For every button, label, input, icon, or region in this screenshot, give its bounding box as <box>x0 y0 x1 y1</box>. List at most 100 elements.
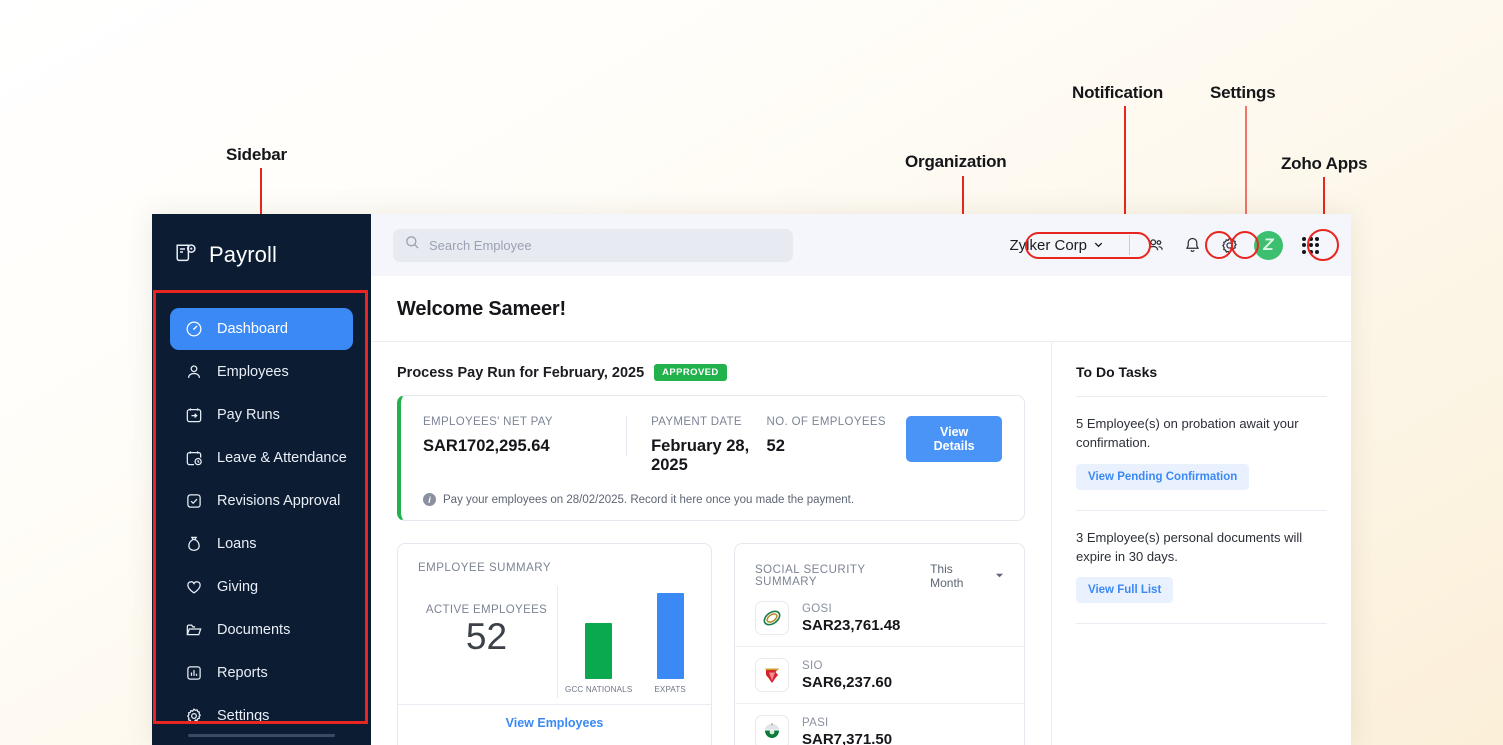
dashboard-page: Welcome Sameer! Process Pay Run for Febr… <box>371 276 1351 745</box>
sidebar-item-leave-attendance[interactable]: Leave & Attendance <box>170 437 353 479</box>
gauge-icon <box>184 320 203 339</box>
divider <box>1076 396 1327 397</box>
sidebar-item-label: Pay Runs <box>217 407 280 423</box>
payrun-note-text: Pay your employees on 28/02/2025. Record… <box>443 494 854 506</box>
view-pending-confirmation-button[interactable]: View Pending Confirmation <box>1076 464 1249 490</box>
view-full-list-button[interactable]: View Full List <box>1076 577 1173 603</box>
payslip-icon <box>174 241 198 270</box>
stat-label: NO. OF EMPLOYEES <box>767 416 907 428</box>
sidebar-item-label: Giving <box>217 579 258 595</box>
social-security-row: PASI SAR7,371.50 <box>735 704 1024 745</box>
active-employees-label: ACTIVE EMPLOYEES <box>426 604 547 616</box>
divider <box>1076 623 1327 624</box>
caret-down-icon <box>995 569 1004 583</box>
sidebar-item-label: Dashboard <box>217 321 288 337</box>
stat-value: SAR1702,295.64 <box>423 437 612 456</box>
payrun-stats: EMPLOYEES' NET PAY SAR1702,295.64 PAYMEN… <box>423 416 1002 475</box>
social-security-header: SOCIAL SECURITY SUMMARY This Month <box>735 544 1024 590</box>
brand-label: Payroll <box>209 242 277 268</box>
sidebar-item-settings[interactable]: Settings <box>170 695 353 737</box>
stat-employee-count: NO. OF EMPLOYEES 52 <box>767 416 907 456</box>
sidebar-item-label: Employees <box>217 364 289 380</box>
employee-summary-body: ACTIVE EMPLOYEES 52 GCC NATIONALS <box>398 574 711 704</box>
calendar-clock-icon <box>184 449 203 468</box>
sidebar-item-documents[interactable]: Documents <box>170 609 353 651</box>
scheme-amount: SAR7,371.50 <box>802 731 892 745</box>
zoho-avatar-letter: Z <box>1263 235 1273 255</box>
todo-task: 5 Employee(s) on probation await your co… <box>1076 415 1327 490</box>
gear-icon <box>184 707 203 726</box>
calendar-arrow-icon <box>184 406 203 425</box>
sidebar-item-giving[interactable]: Giving <box>170 566 353 608</box>
divider <box>1076 510 1327 511</box>
annotation-circle-notification <box>1205 231 1233 259</box>
sidebar-item-label: Loans <box>217 536 257 552</box>
sidebar-item-employees[interactable]: Employees <box>170 351 353 393</box>
social-security-card: SOCIAL SECURITY SUMMARY This Month <box>734 543 1025 745</box>
sidebar-bottom-divider <box>188 734 335 737</box>
info-icon: i <box>423 493 436 506</box>
todo-panel: To Do Tasks 5 Employee(s) on probation a… <box>1051 342 1351 745</box>
employee-summary-card: EMPLOYEE SUMMARY ACTIVE EMPLOYEES 52 G <box>397 543 712 745</box>
todo-task-text: 5 Employee(s) on probation await your co… <box>1076 415 1327 453</box>
annotation-label-notification: Notification <box>1072 83 1163 103</box>
payrun-card: EMPLOYEES' NET PAY SAR1702,295.64 PAYMEN… <box>397 395 1025 521</box>
sidebar-item-reports[interactable]: Reports <box>170 652 353 694</box>
chart-bar-label: GCC NATIONALS <box>565 685 632 694</box>
social-security-info: PASI SAR7,371.50 <box>802 717 892 745</box>
chart-bar-group: GCC NATIONALS <box>565 623 632 694</box>
stat-label: PAYMENT DATE <box>651 416 766 428</box>
sidebar-item-dashboard[interactable]: Dashboard <box>170 308 353 350</box>
card-title: EMPLOYEE SUMMARY <box>398 544 711 574</box>
topbar: Search Employee Zylker Corp <box>371 214 1351 276</box>
period-filter-label: This Month <box>930 562 989 590</box>
pasi-logo-icon <box>755 715 789 745</box>
social-security-info: GOSI SAR23,761.48 <box>802 603 900 634</box>
social-security-row: GOSI SAR23,761.48 <box>735 590 1024 647</box>
folder-icon <box>184 621 203 640</box>
annotation-label-organization: Organization <box>905 152 1007 172</box>
checkbox-icon <box>184 492 203 511</box>
scheme-amount: SAR6,237.60 <box>802 674 892 691</box>
scheme-name: SIO <box>802 660 892 672</box>
todo-panel-title: To Do Tasks <box>1076 364 1327 380</box>
stat-label: EMPLOYEES' NET PAY <box>423 416 612 428</box>
search-input[interactable]: Search Employee <box>393 229 793 262</box>
status-badge: APPROVED <box>654 364 727 381</box>
stat-net-pay: EMPLOYEES' NET PAY SAR1702,295.64 <box>423 416 627 456</box>
period-filter-dropdown[interactable]: This Month <box>930 562 1004 590</box>
stat-payment-date: PAYMENT DATE February 28, 2025 <box>627 416 766 475</box>
active-employees-value: 52 <box>466 616 507 659</box>
annotation-circle-zoho-apps <box>1307 229 1339 261</box>
bar-chart-icon <box>184 664 203 683</box>
search-icon <box>405 235 420 255</box>
social-security-row: SIO SAR6,237.60 <box>735 647 1024 704</box>
sidebar-item-label: Settings <box>217 708 269 724</box>
view-details-button[interactable]: View Details <box>906 416 1002 462</box>
notification-bell-icon[interactable] <box>1180 233 1204 257</box>
todo-task: 3 Employee(s) personal documents will ex… <box>1076 529 1327 604</box>
sidebar-item-label: Documents <box>217 622 290 638</box>
sidebar-item-pay-runs[interactable]: Pay Runs <box>170 394 353 436</box>
annotation-pill-organization <box>1025 232 1151 259</box>
payrun-title: Process Pay Run for February, 2025 <box>397 365 644 381</box>
sidebar: Payroll Dashboard Employees Pay Runs <box>152 214 371 745</box>
brand[interactable]: Payroll <box>152 228 371 282</box>
summary-cards-row: EMPLOYEE SUMMARY ACTIVE EMPLOYEES 52 G <box>397 543 1025 745</box>
person-icon <box>184 363 203 382</box>
view-employees-link[interactable]: View Employees <box>398 704 711 741</box>
app-window: Payroll Dashboard Employees Pay Runs <box>152 214 1351 745</box>
chart-bar-group: EXPATS <box>654 593 686 694</box>
annotation-label-sidebar: Sidebar <box>226 145 287 165</box>
chart-bar <box>585 623 612 679</box>
card-title: SOCIAL SECURITY SUMMARY <box>755 564 930 588</box>
sidebar-item-loans[interactable]: Loans <box>170 523 353 565</box>
annotation-label-settings: Settings <box>1210 83 1275 103</box>
sidebar-item-label: Reports <box>217 665 268 681</box>
active-employees-block: ACTIVE EMPLOYEES 52 <box>416 586 558 698</box>
social-security-info: SIO SAR6,237.60 <box>802 660 892 691</box>
sidebar-nav: Dashboard Employees Pay Runs Leave & Att… <box>152 308 371 738</box>
sidebar-item-revisions-approval[interactable]: Revisions Approval <box>170 480 353 522</box>
annotation-circle-settings <box>1231 231 1259 259</box>
annotation-label-zoho-apps: Zoho Apps <box>1281 154 1367 174</box>
